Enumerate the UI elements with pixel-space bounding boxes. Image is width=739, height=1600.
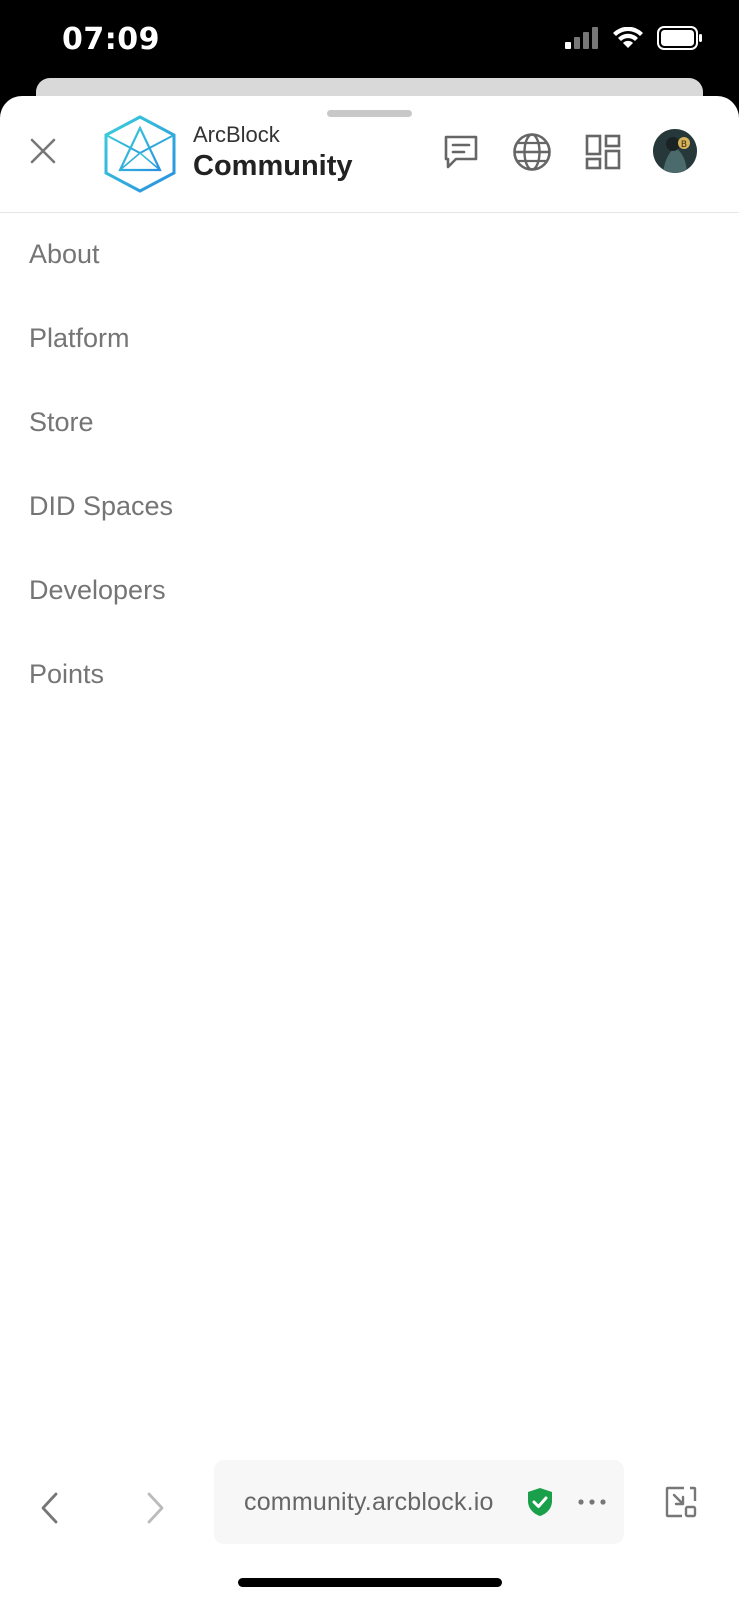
arcblock-logo[interactable] (102, 114, 178, 194)
brand-top-text: ArcBlock (193, 122, 280, 147)
secure-shield-icon (526, 1487, 554, 1517)
svg-text:B: B (681, 140, 687, 150)
back-button[interactable] (30, 1488, 70, 1528)
status-time: 07:09 (62, 22, 160, 57)
chat-icon (444, 135, 478, 169)
page-sheet: ArcBlock Community B About Platform Stor… (0, 96, 739, 1600)
menu-item-platform[interactable]: Platform (0, 296, 739, 380)
wifi-icon (613, 26, 643, 54)
avatar[interactable]: B (653, 129, 697, 173)
browser-bottom-bar: community.arcblock.io (0, 1446, 739, 1600)
more-options-icon (578, 1499, 606, 1505)
address-bar[interactable]: community.arcblock.io (214, 1460, 624, 1544)
back-arrow-icon (41, 1492, 58, 1524)
menu-item-points[interactable]: Points (0, 632, 739, 716)
menu-item-developers[interactable]: Developers (0, 548, 739, 632)
language-button[interactable] (511, 131, 553, 173)
cellular-signal-icon (565, 27, 599, 54)
brand-bottom-text: Community (193, 150, 353, 182)
brand-name[interactable]: ArcBlock Community (193, 124, 353, 181)
chat-button[interactable] (440, 131, 482, 173)
forward-button[interactable] (135, 1488, 175, 1528)
site-header: ArcBlock Community B (0, 96, 739, 213)
battery-icon (657, 26, 703, 55)
exit-fullscreen-icon (665, 1486, 697, 1518)
menu-item-did-spaces[interactable]: DID Spaces (0, 464, 739, 548)
home-indicator[interactable] (238, 1578, 502, 1587)
nav-menu: About Platform Store DID Spaces Develope… (0, 212, 739, 716)
apps-button[interactable] (582, 131, 624, 173)
close-icon (30, 138, 56, 164)
exit-fullscreen-button[interactable] (661, 1482, 701, 1522)
more-options-button[interactable] (574, 1488, 610, 1516)
forward-arrow-icon (147, 1492, 164, 1524)
menu-item-store[interactable]: Store (0, 380, 739, 464)
close-button[interactable] (24, 132, 62, 170)
menu-item-about[interactable]: About (0, 212, 739, 296)
status-icons (565, 26, 703, 55)
url-text: community.arcblock.io (244, 1488, 494, 1516)
apps-grid-icon (585, 134, 621, 170)
globe-icon (513, 133, 551, 171)
